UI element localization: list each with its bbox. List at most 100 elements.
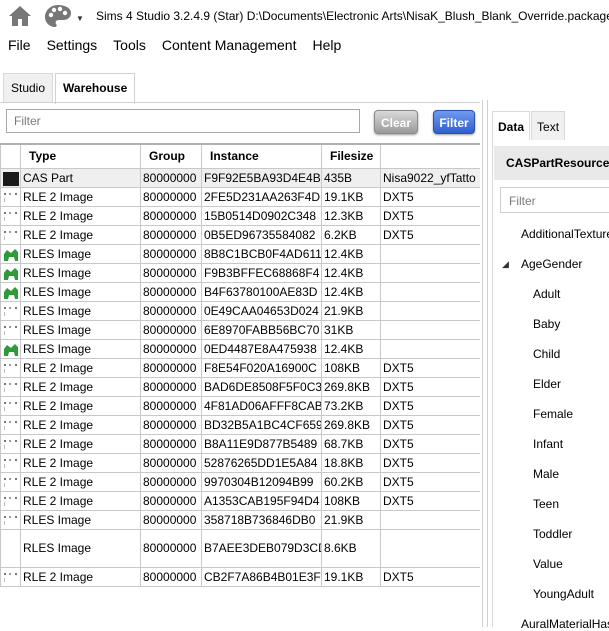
tree-item-agegender[interactable]: AgeGender	[521, 257, 582, 271]
menu-file[interactable]: File	[0, 34, 39, 56]
column-header-instance[interactable]: Instance	[201, 143, 322, 169]
home-icon[interactable]	[8, 5, 32, 27]
cell-extra: DXT5	[380, 357, 480, 378]
panel-splitter[interactable]	[482, 100, 488, 627]
cell-instance: BD32B5A1BC4CF659	[201, 414, 322, 435]
column-header-extra[interactable]	[380, 143, 480, 169]
menu-tools[interactable]: Tools	[105, 34, 154, 56]
tab-text[interactable]: Text	[531, 111, 566, 140]
table-row[interactable]: RLES Image 80000000 F9B3BFFEC68868F4 12.4KB	[0, 262, 480, 283]
cell-group: 80000000	[140, 395, 202, 416]
expand-arrow-icon[interactable]: ◢	[502, 259, 509, 270]
palette-icon[interactable]	[44, 3, 72, 29]
tab-data[interactable]: Data	[492, 111, 531, 140]
texture-thumbnail-icon	[3, 419, 19, 433]
tree-item-male[interactable]: Male	[533, 467, 559, 481]
tree-item-baby[interactable]: Baby	[533, 317, 560, 331]
tree-item-auralmaterialhash[interactable]: AuralMaterialHash	[521, 617, 609, 631]
cell-filesize: 73.2KB	[321, 395, 381, 416]
cas-thumbnail-icon	[2, 171, 19, 186]
tree-item-adult[interactable]: Adult	[533, 287, 560, 301]
table-row[interactable]: RLE 2 Image 80000000 52876265DD1E5A84 18.8K…	[0, 452, 480, 473]
cell-type: RLE 2 Image	[20, 205, 141, 226]
row-thumbnail	[0, 528, 21, 568]
cell-instance: BAD6DE8508F5F0C3	[201, 376, 322, 397]
tree-item-child[interactable]: Child	[533, 347, 560, 361]
tree-item-infant[interactable]: Infant	[533, 437, 563, 451]
tree-item-elder[interactable]: Elder	[533, 377, 561, 391]
clear-button[interactable]: Clear	[374, 110, 418, 134]
table-row[interactable]: RLES Image 80000000 0ED4487E8A475938 12.4KB	[0, 338, 480, 359]
table-row[interactable]: RLE 2 Image 80000000 9970304B12094B99 60.2K…	[0, 471, 480, 492]
menu-bar: File Settings Tools Content Management H…	[0, 34, 349, 56]
cell-filesize: 12.4KB	[321, 262, 381, 283]
column-header-thumb[interactable]	[0, 143, 21, 169]
tree-item-toddler[interactable]: Toddler	[533, 527, 572, 541]
table-row[interactable]: RLE 2 Image 80000000 BAD6DE8508F5F0C3 269.8…	[0, 376, 480, 397]
cell-instance: 0ED4487E8A475938	[201, 338, 322, 359]
cell-extra	[380, 243, 480, 264]
cell-instance: 0B5ED96735584082	[201, 224, 322, 245]
main-tabs: Studio Warehouse	[3, 73, 137, 104]
table-row[interactable]: RLES Image 80000000 6E8970FABB56BC70 31KB	[0, 319, 480, 340]
texture-thumbnail-icon	[3, 571, 19, 585]
table-row[interactable]: RLE 2 Image 80000000 CB2F7A86B4B01E3F 19.1K…	[0, 566, 480, 587]
menu-help[interactable]: Help	[304, 34, 349, 56]
table-row[interactable]: RLE 2 Image 80000000 F8E54F020A16900C 108KB…	[0, 357, 480, 378]
table-row[interactable]: RLES Image 80000000 B4F63780100AE83D 12.4KB	[0, 281, 480, 302]
column-header-filesize[interactable]: Filesize	[321, 143, 381, 169]
table-row[interactable]: RLE 2 Image 80000000 15B0514D0902C348 12.3K…	[0, 205, 480, 226]
texture-thumbnail-icon	[3, 191, 19, 205]
tree-item-teen[interactable]: Teen	[533, 497, 559, 511]
table-row[interactable]: RLE 2 Image 80000000 A1353CAB195F94D4 108KB…	[0, 490, 480, 511]
row-thumbnail	[0, 376, 21, 397]
texture-thumbnail-icon	[3, 381, 19, 395]
cell-type: RLES Image	[20, 509, 141, 530]
cell-group: 80000000	[140, 262, 202, 283]
table-row[interactable]: RLE 2 Image 80000000 2FE5D231AA263F4D 19.1K…	[0, 186, 480, 207]
table-row[interactable]: RLE 2 Image 80000000 B8A11E9D877B5489 68.7K…	[0, 433, 480, 454]
cell-extra: DXT5	[380, 414, 480, 435]
rles-thumbnail-icon	[3, 286, 19, 300]
tree-item-value[interactable]: Value	[533, 557, 563, 571]
cell-extra: DXT5	[380, 490, 480, 511]
cell-type: RLE 2 Image	[20, 566, 141, 587]
table-row[interactable]: RLE 2 Image 80000000 0B5ED96735584082 6.2KB…	[0, 224, 480, 245]
table-row[interactable]: RLES Image 80000000 0E49CAA04653D024 21.9KB	[0, 300, 480, 321]
cell-group: 80000000	[140, 414, 202, 435]
cell-filesize: 19.1KB	[321, 566, 381, 587]
cell-type: RLE 2 Image	[20, 224, 141, 245]
tree-item-female[interactable]: Female	[533, 407, 573, 421]
cell-type: RLE 2 Image	[20, 357, 141, 378]
tree-item-additionaltextures[interactable]: AdditionalTextures	[521, 227, 609, 241]
row-thumbnail	[0, 205, 21, 226]
filter-input[interactable]: Filter	[6, 109, 360, 133]
table-row[interactable]: RLE 2 Image 80000000 4F81AD06AFFF8CAB 73.2K…	[0, 395, 480, 416]
row-thumbnail	[0, 281, 21, 302]
table-row[interactable]: RLES Image 80000000 358718B736846DB0 21.9KB	[0, 509, 480, 530]
cell-instance: 52876265DD1E5A84	[201, 452, 322, 473]
texture-thumbnail-icon	[3, 514, 19, 528]
filter-button[interactable]: Filter	[433, 110, 475, 134]
menu-content-management[interactable]: Content Management	[154, 34, 305, 56]
table-row[interactable]: RLES Image 80000000 8B8C1BCB0F4AD611 12.4KB	[0, 243, 480, 264]
menu-settings[interactable]: Settings	[39, 34, 106, 56]
column-header-group[interactable]: Group	[140, 143, 202, 169]
tree-item-youngadult[interactable]: YoungAdult	[533, 587, 594, 601]
cell-type: RLE 2 Image	[20, 186, 141, 207]
cell-extra: DXT5	[380, 471, 480, 492]
table-row[interactable]: RLES Image 80000000 B7AEE3DEB079D3CD 8.6KB	[0, 528, 480, 568]
cell-extra: DXT5	[380, 566, 480, 587]
tab-warehouse[interactable]: Warehouse	[55, 73, 136, 104]
property-filter-input[interactable]: Filter	[500, 187, 609, 213]
column-header-type[interactable]: Type	[20, 143, 141, 169]
cell-extra	[380, 509, 480, 530]
table-row[interactable]: CAS Part 80000000 F9F92E5BA93D4E4B 435B Nisa…	[0, 167, 480, 188]
table-row[interactable]: RLE 2 Image 80000000 BD32B5A1BC4CF659 269.8…	[0, 414, 480, 435]
dropdown-icon[interactable]: ▼	[76, 14, 84, 23]
cell-instance: CB2F7A86B4B01E3F	[201, 566, 322, 587]
tab-studio[interactable]: Studio	[3, 73, 54, 102]
cell-extra: DXT5	[380, 224, 480, 245]
cell-filesize: 8.6KB	[321, 528, 381, 568]
row-thumbnail	[0, 509, 21, 530]
